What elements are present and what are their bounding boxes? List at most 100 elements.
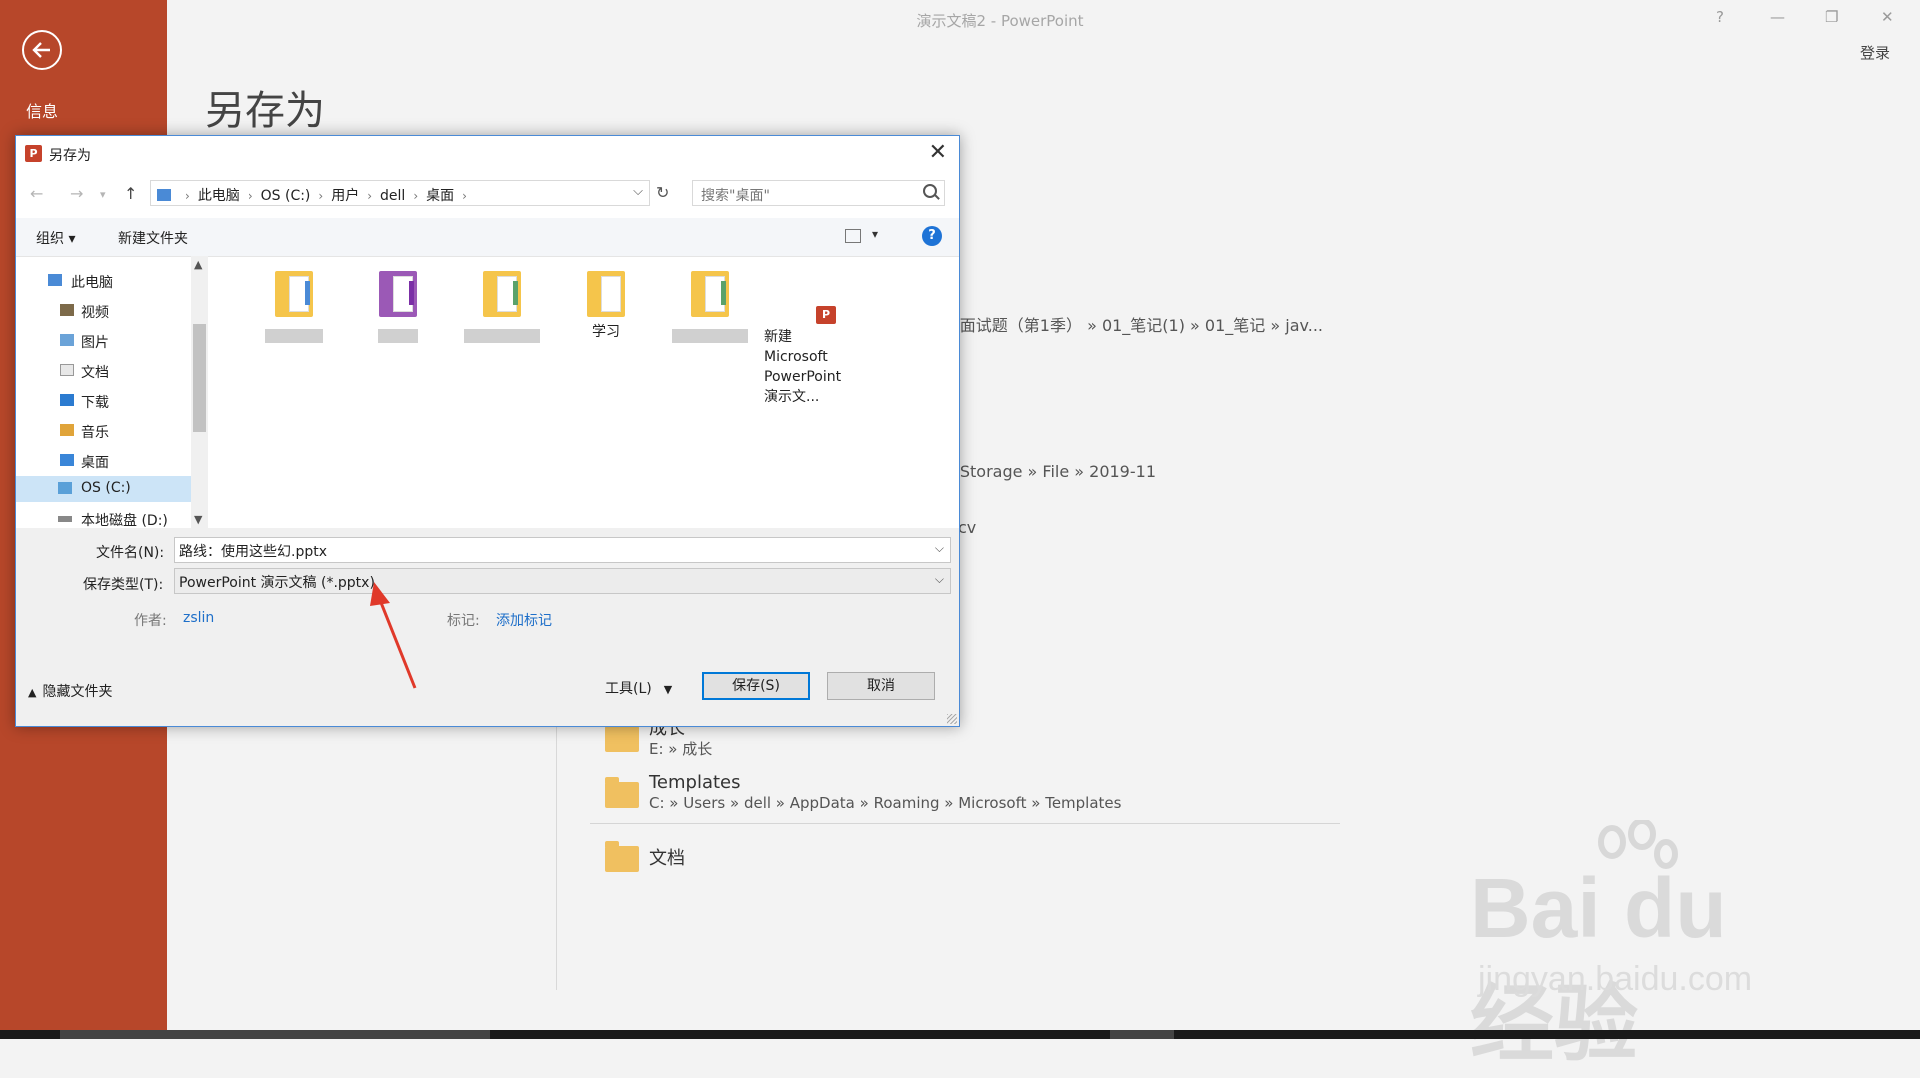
drive-icon [58,516,72,522]
scrollbar-thumb[interactable] [193,324,206,432]
new-folder-button[interactable]: 新建文件夹 [118,228,188,248]
up-icon[interactable]: ↑ [124,184,137,203]
chevron-down-icon[interactable]: ⌵ [633,184,643,199]
scroll-down-icon[interactable]: ▼ [194,513,202,526]
breadcrumb[interactable]: dell [380,188,405,204]
folder-item[interactable] [664,271,756,343]
back-arrow-icon [32,42,50,58]
refresh-icon[interactable]: ↻ [656,183,669,202]
documents-folder-icon [60,364,74,376]
back-button[interactable] [22,30,62,70]
hide-folders-toggle[interactable]: ▲ 隐藏文件夹 [28,681,112,701]
address-bar[interactable]: › 此电脑 › OS (C:) › 用户 › dell › 桌面 › ⌵ [150,180,650,206]
dialog-toolbar: 组织 ▾ 新建文件夹 ▾ ? [16,218,959,257]
folder-icon [483,271,521,317]
search-icon[interactable] [923,184,937,198]
save-button[interactable]: 保存(S) [702,672,810,700]
info-menu-item[interactable]: 信息 [26,98,58,122]
close-dialog-button[interactable]: ✕ [929,140,947,165]
tree-item-desktop[interactable]: 桌面 [16,448,191,474]
author-label: 作者: [134,613,167,629]
folder-item[interactable]: 学习 [560,271,652,341]
tree-item-this-pc[interactable]: 此电脑 [16,268,191,294]
close-window-button[interactable]: ✕ [1881,8,1894,26]
recent-path[interactable]: eStorage » File » 2019-11 [950,462,1156,481]
dialog-titlebar: P 另存为 ✕ [16,136,959,172]
minimize-button[interactable]: — [1770,8,1785,26]
tools-menu[interactable]: 工具(L) ▼ [605,678,672,698]
download-folder-icon [60,394,74,406]
divider [590,823,1340,824]
folder-icon [275,271,313,317]
recent-path[interactable]: cv [958,518,976,537]
filename-field[interactable]: 路线：使用这些幻.pptx ⌵ [174,537,951,563]
chevron-down-icon[interactable]: ⌵ [935,572,944,587]
breadcrumb[interactable]: 此电脑 [198,188,240,204]
recent-path[interactable]: a面试题（第1季） » 01_笔记(1) » 01_笔记 » jav... [950,312,1323,336]
resize-grip[interactable] [947,714,957,724]
tree-item-music[interactable]: 音乐 [16,418,191,444]
music-folder-icon [60,424,74,436]
dropdown-arrow-icon: ▼ [663,683,673,696]
computer-icon [48,274,62,286]
chevron-up-icon: ▲ [28,686,37,699]
help-icon[interactable]: ? [922,226,942,246]
organize-menu[interactable]: 组织 ▾ [36,228,75,248]
tags-label: 标记: [447,613,480,629]
folder-item[interactable] [352,271,444,343]
file-list: 学习 P 新建 Microsoft PowerPoint 演示文... [208,256,959,528]
navigation-pane: 此电脑 视频 图片 文档 下载 音乐 桌面 OS (C:) 本地磁盘 (D:) [16,256,191,529]
desktop-location-icon [157,189,171,201]
folder-icon [605,777,639,808]
app-title: 演示文稿2 - PowerPoint [916,12,1084,30]
recent-locations-chevron-icon[interactable]: ▾ [100,188,106,201]
navigation-scrollbar[interactable]: ▲ ▼ [191,256,208,528]
folder-icon [605,841,639,872]
tree-item-documents[interactable]: 文档 [16,358,191,384]
folder-icon [691,271,729,317]
tree-item-downloads[interactable]: 下载 [16,388,191,414]
folder-item[interactable] [248,271,340,343]
dialog-title: 另存为 [49,148,91,164]
breadcrumb[interactable]: OS (C:) [261,188,311,204]
page-title: 另存为 [205,88,325,134]
folder-icon [587,271,625,317]
powerpoint-icon: P [25,145,42,162]
help-question-icon[interactable]: ? [1716,8,1724,26]
login-link[interactable]: 登录 [1860,42,1890,63]
tree-item-pictures[interactable]: 图片 [16,328,191,354]
save-as-dialog: P 另存为 ✕ ← → ▾ ↑ › 此电脑 › OS (C:) › 用户 › dell › 桌面 ›… [15,135,960,727]
desktop-folder-icon [60,454,74,466]
tree-item-drive-c[interactable]: OS (C:) [16,476,191,502]
baidu-watermark: Bai du 经验 jingyan.baidu.com [1470,820,1820,1071]
folder-icon [605,721,639,752]
divider [556,720,557,990]
powerpoint-file-icon: P [816,306,836,324]
add-tags-link[interactable]: 添加标记 [496,610,552,630]
back-icon[interactable]: ← [30,184,43,203]
view-dropdown-icon[interactable]: ▾ [872,227,878,241]
chevron-down-icon[interactable]: ⌵ [935,541,944,556]
pptx-file-item[interactable]: P 新建 Microsoft PowerPoint 演示文... [764,306,852,407]
save-options: 文件名(N): 路线：使用这些幻.pptx ⌵ 保存类型(T): PowerPo… [16,528,959,726]
filename-label: 文件名(N): [96,545,165,561]
breadcrumb[interactable]: 用户 [331,188,359,204]
bottom-strip [0,1030,1920,1039]
restore-button[interactable]: ❐ [1825,8,1838,26]
save-type-label: 保存类型(T): [83,577,164,593]
scroll-up-icon[interactable]: ▲ [194,258,202,271]
folder-item[interactable] [456,271,548,343]
video-folder-icon [60,304,74,316]
search-input[interactable]: 搜索"桌面" [692,180,945,206]
navigation-row: ← → ▾ ↑ › 此电脑 › OS (C:) › 用户 › dell › 桌面 › ⌵ ↻ 搜索"… [16,180,959,208]
author-value[interactable]: zslin [183,610,214,626]
tree-item-videos[interactable]: 视频 [16,298,191,324]
save-type-select[interactable]: PowerPoint 演示文稿 (*.pptx) ⌵ [174,568,951,594]
cancel-button[interactable]: 取消 [827,672,935,700]
folder-icon [379,271,417,317]
forward-icon[interactable]: → [70,184,83,203]
drive-icon [58,482,72,494]
view-options-icon[interactable] [845,229,861,243]
breadcrumb[interactable]: 桌面 [426,188,454,204]
pictures-folder-icon [60,334,74,346]
